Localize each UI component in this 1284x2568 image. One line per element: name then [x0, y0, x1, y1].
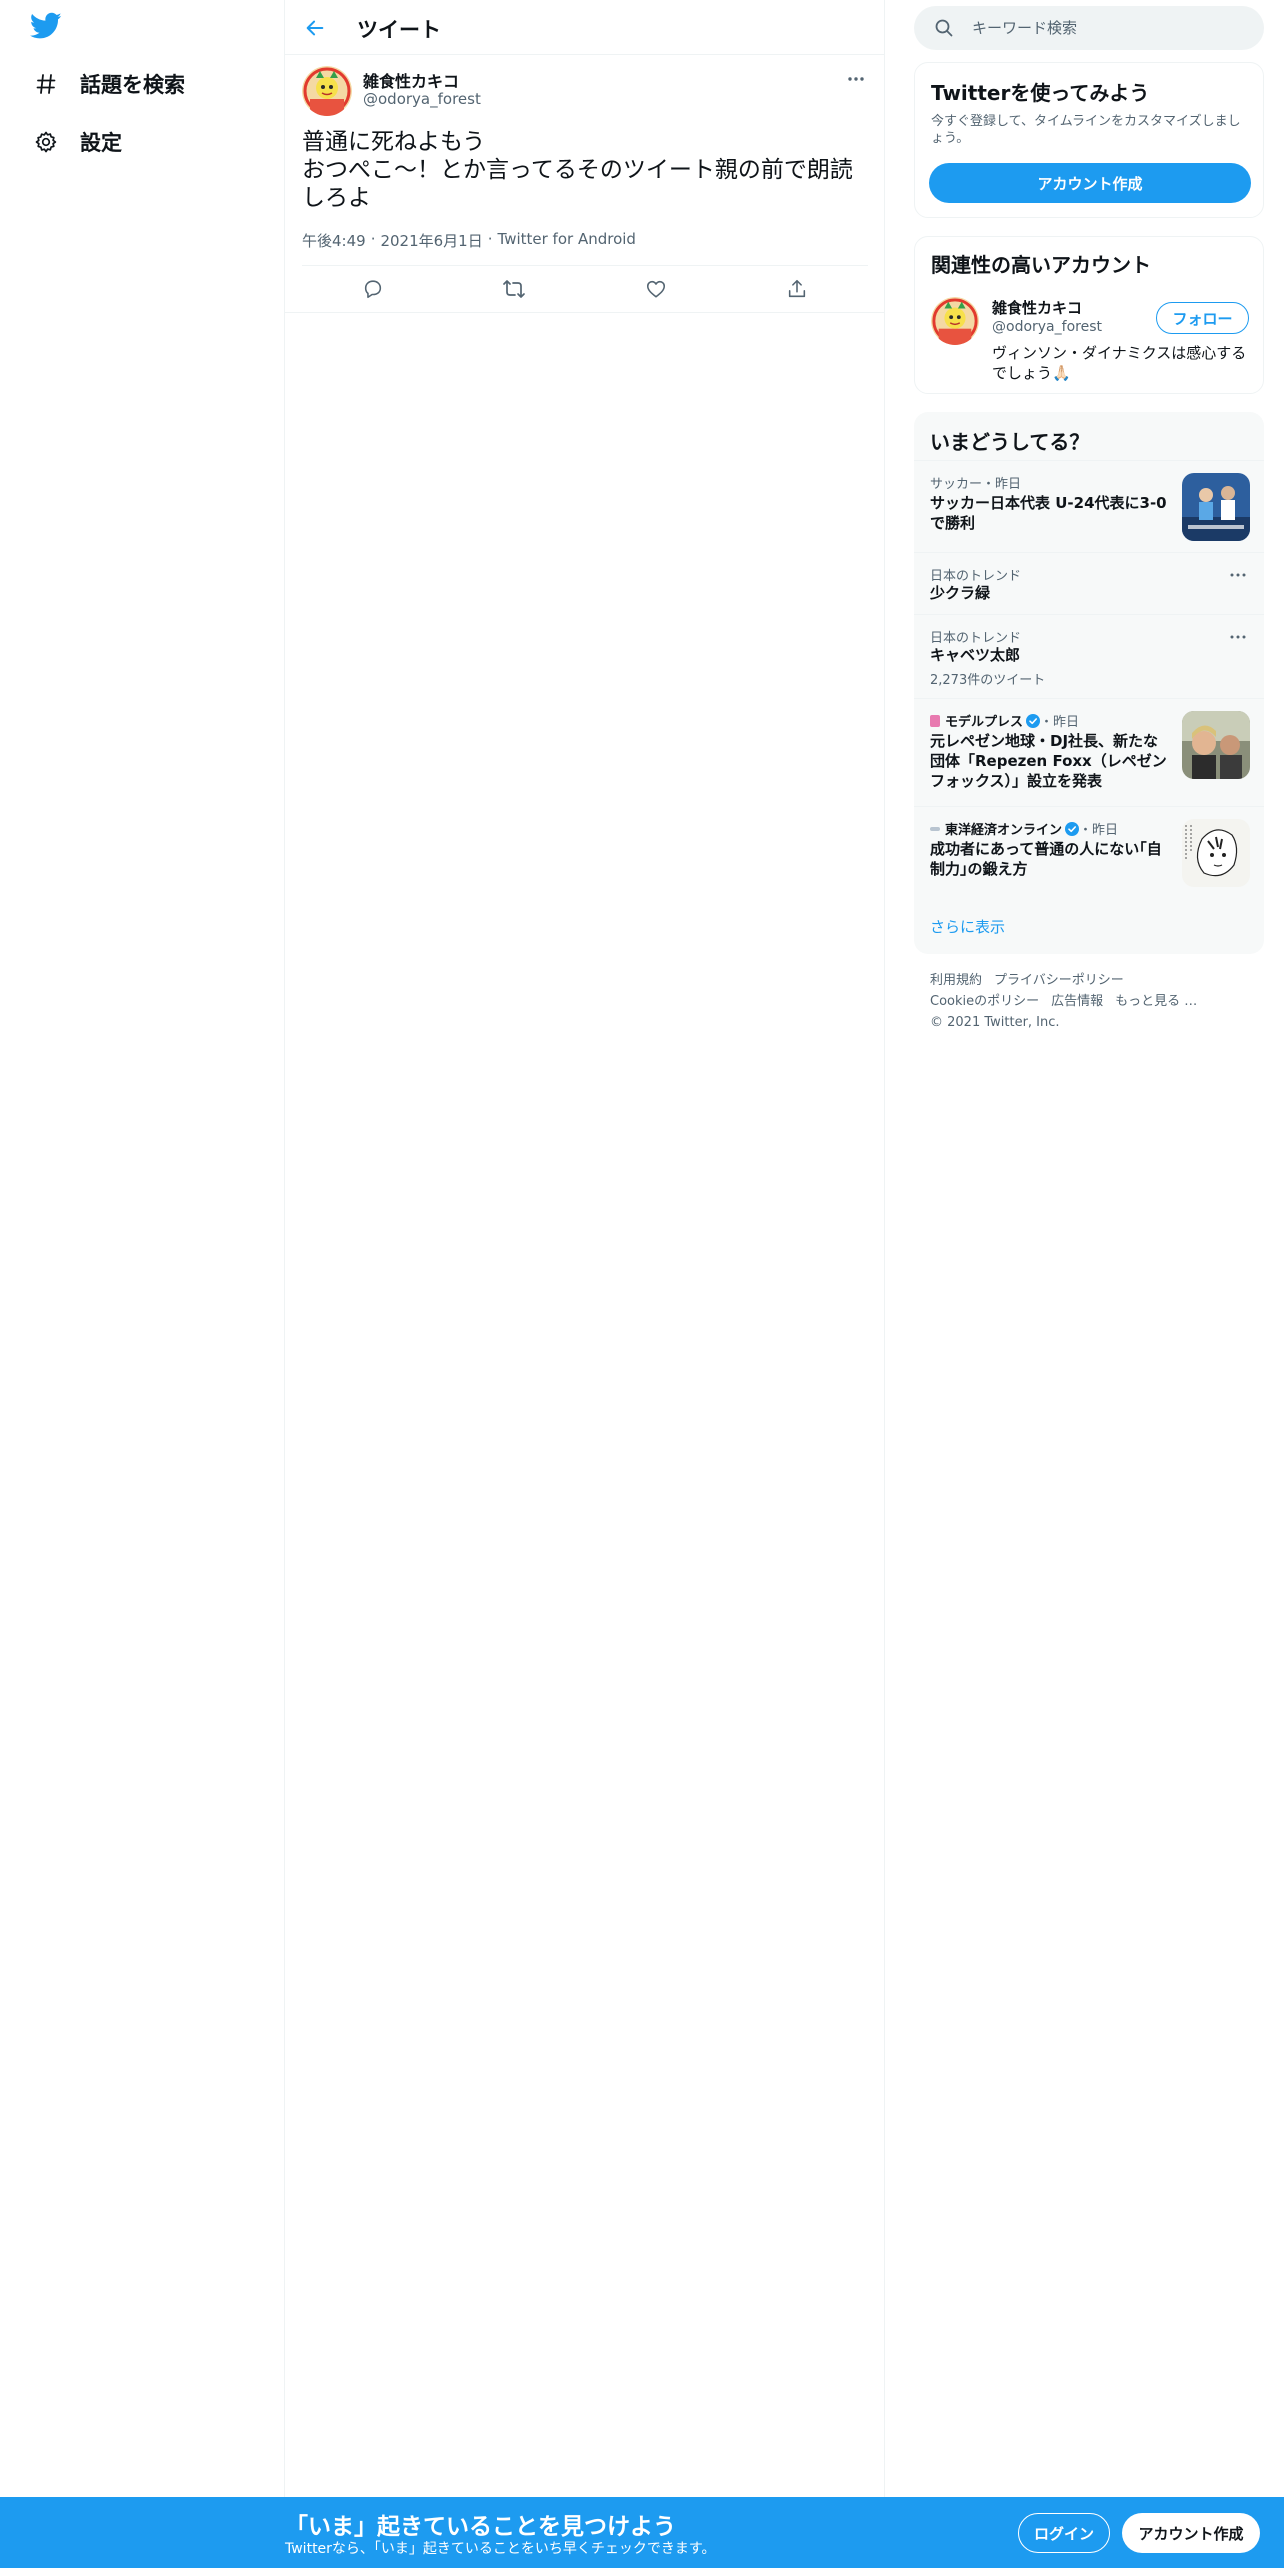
- related-account-avatar[interactable]: [931, 297, 979, 345]
- footer-link-terms[interactable]: 利用規約: [930, 973, 982, 988]
- trend-tweet-count: 2,273件のツイート: [930, 673, 1046, 688]
- verified-badge-icon: [1026, 714, 1041, 728]
- trend-thumbnail: [1182, 473, 1250, 541]
- signup-card-description: 今すぐ登録して、タイムラインをカスタマイズしましょう。: [931, 114, 1241, 146]
- nav-item-label: 話題を検索: [80, 73, 185, 97]
- footer-link-cookies[interactable]: Cookieのポリシー: [930, 994, 1039, 1009]
- tweet-source[interactable]: Twitter for Android: [498, 230, 636, 251]
- meta-separator: ·: [487, 230, 493, 248]
- tweet-text: 普通に死ねよもう おつぺこ〜！とか言ってるそのツイート親の前で朗読しろよ: [302, 128, 862, 212]
- more-options-icon[interactable]: [1226, 565, 1250, 585]
- meta-separator: ·: [370, 230, 376, 248]
- twitter-bird-icon[interactable]: [29, 12, 64, 42]
- trend-item[interactable]: 東洋経済オンライン ・昨日 成功者にあって普通の人にない｢自制力｣の鍛え方: [914, 806, 1264, 898]
- trend-title: サッカー日本代表 U-24代表に3-0で勝利: [930, 494, 1167, 532]
- tweet-meta: 午後4:49 · 2021年6月1日 · Twitter for Android: [302, 230, 636, 251]
- news-source-icon: [930, 827, 940, 831]
- left-navigation: 話題を検索 設定: [0, 0, 285, 2568]
- trend-meta: 日本のトレンド: [930, 569, 1022, 584]
- trend-thumbnail: [1182, 819, 1250, 887]
- share-icon[interactable]: [779, 271, 815, 307]
- nav-item-settings[interactable]: 設定: [32, 124, 122, 160]
- page-title: ツイート: [357, 18, 441, 42]
- tweet-date[interactable]: 2021年6月1日: [380, 230, 482, 251]
- tweet-time[interactable]: 午後4:49: [302, 230, 366, 251]
- search-icon: [934, 18, 954, 42]
- trend-item[interactable]: モデルプレス ・昨日 元レペゼン地球・DJ社長、新たな団体「Repezen Fox…: [914, 698, 1264, 806]
- footer-link-ads-info[interactable]: 広告情報: [1051, 994, 1103, 1009]
- trend-title: 元レペゼン地球・DJ社長、新たな団体「Repezen Foxx（レペゼンフォック…: [930, 732, 1167, 790]
- author-avatar[interactable]: [302, 66, 352, 116]
- hashtag-icon: [32, 70, 60, 98]
- trend-meta: サッカー・昨日: [930, 477, 1022, 492]
- related-accounts-card: 関連性の高いアカウント 雑食性カキコ @odorya_forest ヴィンソン・…: [914, 236, 1264, 394]
- tweet: 雑食性カキコ @odorya_forest 普通に死ねよもう おつぺこ〜！とか言…: [285, 56, 885, 313]
- signup-card: Twitterを使ってみよう 今すぐ登録して、タイムラインをカスタマイズしましょ…: [914, 62, 1264, 218]
- create-account-button[interactable]: アカウント作成: [929, 163, 1251, 203]
- copyright: © 2021 Twitter, Inc.: [930, 1015, 1060, 1030]
- bottom-bar-title: 「いま」起きていることを見つけよう: [285, 2514, 676, 2540]
- author-name[interactable]: 雑食性カキコ: [363, 68, 459, 92]
- signup-button[interactable]: アカウント作成: [1122, 2513, 1260, 2553]
- login-button[interactable]: ログイン: [1018, 2513, 1110, 2553]
- trend-meta: モデルプレス ・昨日: [930, 711, 1079, 730]
- back-arrow-icon[interactable]: [299, 12, 331, 44]
- tweet-text-line: おつぺこ〜！とか言ってるそのツイート親の前で朗読しろよ: [302, 157, 853, 211]
- show-more-link[interactable]: さらに表示: [930, 916, 1005, 937]
- tweet-text-line: 普通に死ねよもう: [302, 129, 486, 155]
- trend-thumbnail: [1182, 711, 1250, 779]
- trend-meta-suffix: ・昨日: [1079, 823, 1119, 838]
- more-options-icon[interactable]: [843, 66, 869, 92]
- follow-button[interactable]: フォロー: [1156, 302, 1249, 334]
- trend-meta-suffix: ・昨日: [1040, 715, 1080, 730]
- trend-title: 成功者にあって普通の人にない｢自制力｣の鍛え方: [930, 840, 1162, 878]
- retweet-icon[interactable]: [496, 271, 532, 307]
- trend-item[interactable]: 日本のトレンド キャベツ太郎 2,273件のツイート: [914, 614, 1264, 698]
- main-column: ツイート 雑食性カキコ @odorya_forest 普通に死ねよもう おつぺこ…: [285, 0, 885, 2568]
- trend-item[interactable]: サッカー・昨日 サッカー日本代表 U-24代表に3-0で勝利: [914, 460, 1264, 552]
- footer-row: Cookieのポリシー 広告情報 もっと見る …: [930, 991, 1260, 1012]
- more-options-icon[interactable]: [1226, 627, 1250, 647]
- footer-row: 利用規約 プライバシーポリシー: [930, 970, 1260, 991]
- bottom-bar-subtitle: Twitterなら、「いま」起きていることをいち早くチェックできます。: [285, 2541, 716, 2557]
- footer-link-more[interactable]: もっと見る …: [1115, 994, 1197, 1009]
- nav-item-explore[interactable]: 話題を検索: [32, 66, 185, 102]
- footer-links: 利用規約 プライバシーポリシー Cookieのポリシー 広告情報 もっと見る … © …: [930, 970, 1260, 1033]
- search-bar[interactable]: [914, 6, 1264, 50]
- reply-icon[interactable]: [355, 271, 391, 307]
- author-handle[interactable]: @odorya_forest: [363, 90, 481, 108]
- verified-badge-icon: [1065, 822, 1080, 836]
- trend-title: 少クラ緑: [930, 584, 991, 602]
- gear-icon: [32, 128, 60, 156]
- signup-card-title: Twitterを使ってみよう: [931, 81, 1150, 105]
- related-account-bio: ヴィンソン・ダイナミクスは感心するでしょう🙏🏻: [992, 344, 1247, 382]
- footer-link-privacy[interactable]: プライバシーポリシー: [994, 973, 1124, 988]
- news-source-icon: [930, 715, 940, 727]
- trends-card: いまどうしてる？ サッカー・昨日 サッカー日本代表 U-24代表に3-0で勝利 …: [914, 412, 1264, 954]
- search-input[interactable]: [972, 6, 1252, 50]
- related-accounts-title: 関連性の高いアカウント: [931, 253, 1151, 277]
- trend-meta: 日本のトレンド: [930, 631, 1022, 646]
- trend-item[interactable]: 日本のトレンド 少クラ緑: [914, 552, 1264, 614]
- trend-title: キャベツ太郎: [930, 646, 1021, 664]
- nav-item-label: 設定: [80, 131, 122, 155]
- trends-title: いまどうしてる？: [930, 430, 1090, 454]
- footer-row: © 2021 Twitter, Inc.: [930, 1012, 1260, 1033]
- news-source-name: 東洋経済オンライン: [945, 823, 1063, 838]
- related-account-handle[interactable]: @odorya_forest: [992, 319, 1102, 335]
- trend-meta: 東洋経済オンライン ・昨日: [930, 819, 1118, 838]
- related-account-name[interactable]: 雑食性カキコ: [992, 297, 1082, 318]
- tweet-actions: [302, 265, 868, 312]
- like-icon[interactable]: [638, 271, 674, 307]
- main-header: ツイート: [285, 0, 885, 55]
- news-source-name: モデルプレス: [945, 715, 1024, 730]
- bottom-signup-bar: 「いま」起きていることを見つけよう Twitterなら、「いま」起きていることを…: [0, 2497, 1284, 2568]
